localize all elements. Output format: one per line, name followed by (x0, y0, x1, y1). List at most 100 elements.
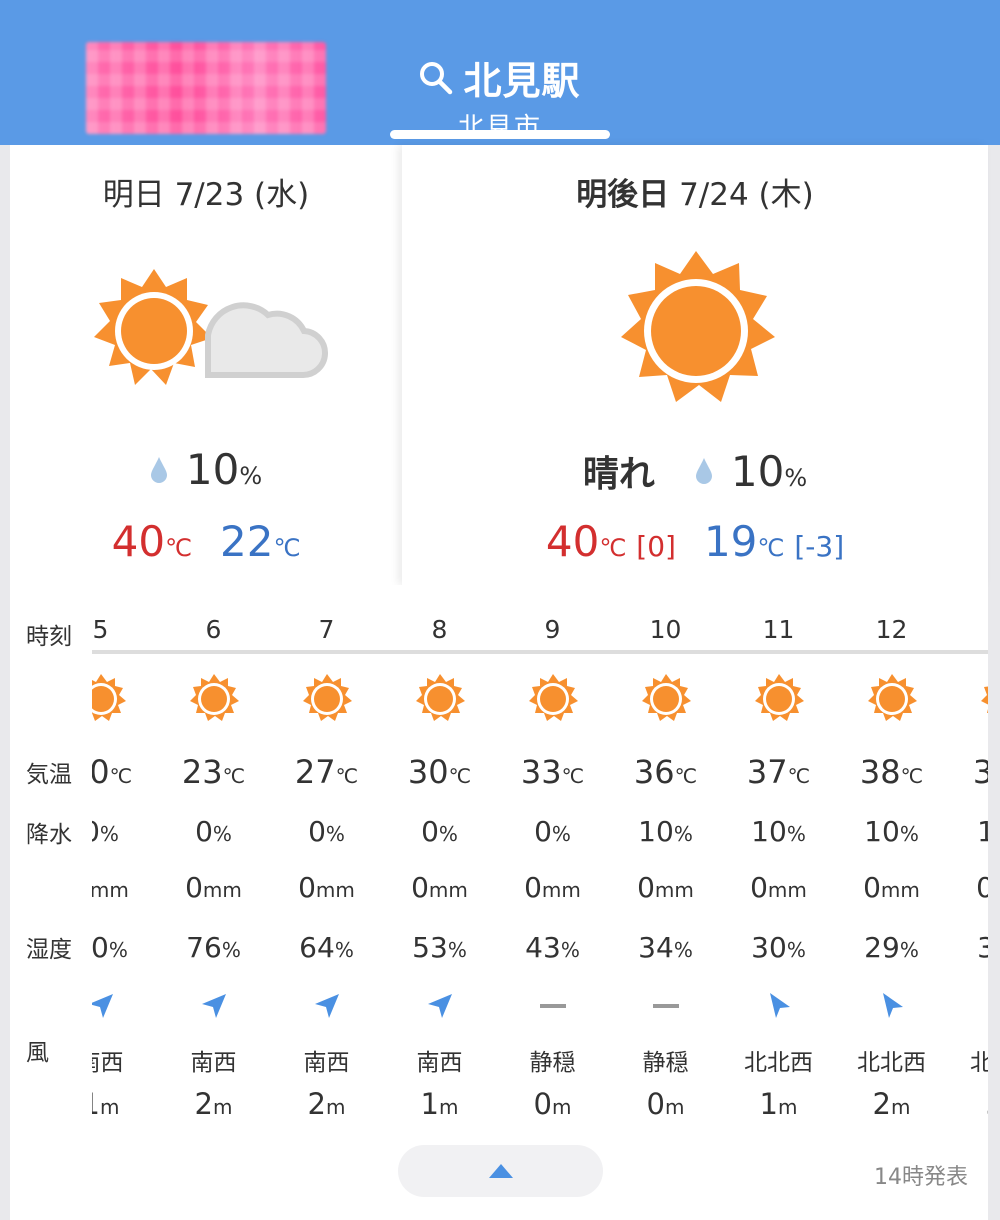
hour-precip-chance: 0% (421, 815, 458, 848)
hour-column: 9 33℃ 0% 0mm 43% 静穏 0m (496, 605, 609, 1125)
hour-temp: 23℃ (181, 753, 246, 791)
wind-direction-arrow-icon (609, 991, 722, 1025)
issued-time: 14時発表 (874, 1165, 968, 1190)
hour-label: 5 (92, 615, 109, 644)
station-name[interactable]: 北見駅 (463, 50, 580, 105)
wind-direction-arrow-icon (496, 991, 609, 1025)
hour-column: 11 37℃ 10% 0mm 30% 北北西 1m (722, 605, 835, 1125)
tomorrow-precip: 10% (185, 445, 263, 494)
hour-humidity: 76% (186, 931, 241, 964)
blurred-logo (86, 42, 326, 134)
app-header: 北見駅 北見市 (0, 0, 1000, 145)
wind-direction-arrow-icon (383, 991, 496, 1025)
row-label-temp: 気温 (26, 762, 72, 788)
wind-speed: 1m (759, 1087, 798, 1121)
hour-precip-amount: 0mm (524, 871, 581, 904)
hour-precip-amount: 0mm (976, 871, 988, 904)
tomorrow-low: 22℃ (220, 517, 301, 566)
hour-precip-amount: 0mm (92, 878, 129, 902)
row-label-wind: 風 (26, 1040, 49, 1066)
hour-precip-chance: 0% (92, 815, 119, 848)
hour-column: 10 36℃ 10% 0mm 34% 静穏 0m (609, 605, 722, 1125)
wind-speed: 2m (872, 1087, 911, 1121)
raindrop-icon (695, 458, 712, 484)
day-after-precip: 10% (730, 446, 808, 496)
wind-speed: 0m (533, 1087, 572, 1121)
hour-precip-chance: 0% (308, 815, 345, 848)
hour-temp: 36℃ (633, 753, 698, 791)
wind-direction-arrow-icon (92, 991, 157, 1025)
raindrop-icon (150, 456, 167, 483)
wind-direction: 北北西 (857, 1050, 926, 1076)
hour-humidity: 43% (525, 931, 580, 964)
hour-strip[interactable]: 520℃0%0mm80%南西1m623℃0%0mm76%南西2m727℃0%0m… (92, 605, 988, 1125)
wind-direction: 南西 (190, 1050, 237, 1076)
hour-humidity: 80% (92, 931, 128, 964)
hour-humidity: 64% (299, 931, 354, 964)
hour-temp: 37℃ (746, 753, 811, 791)
tomorrow-card[interactable]: 明日 7/23 (水) 10% 40℃ 22℃ (10, 145, 402, 585)
hour-label: 12 (875, 615, 908, 644)
wind-direction-arrow-icon (157, 991, 270, 1025)
day-after-high: 40℃ [0] (545, 517, 676, 566)
wind-speed: 2m (307, 1087, 346, 1121)
hour-precip-amount: 0mm (637, 871, 694, 904)
wind-speed: 2m (194, 1087, 233, 1121)
tomorrow-high: 40℃ (111, 517, 192, 566)
hour-label: 8 (431, 615, 448, 644)
hour-label: 10 (649, 615, 682, 644)
hour-column: 6 23℃ 0% 0mm 76% 南西 2m (157, 605, 270, 1125)
wind-direction: 南西 (416, 1050, 463, 1076)
row-label-time: 時刻 (26, 624, 72, 650)
sun-icon (948, 673, 988, 729)
hour-precip-chance: 10% (864, 815, 919, 848)
wind-direction: 静穏 (529, 1050, 576, 1076)
hour-precip-amount: 0mm (298, 871, 355, 904)
hour-precip-chance: 10% (977, 815, 988, 848)
wind-direction: 北北西 (970, 1050, 988, 1076)
wind-speed: 1m (420, 1087, 459, 1121)
wind-speed: 1m (92, 1087, 120, 1121)
wind-speed: 0m (646, 1087, 685, 1121)
hour-column: 7 27℃ 0% 0mm 64% 南西 2m (270, 605, 383, 1125)
hour-label: 6 (205, 615, 222, 644)
sun-icon (270, 673, 383, 729)
row-label-humidity: 湿度 (26, 937, 72, 963)
hour-label: 7 (318, 615, 335, 644)
hour-label: 13 (948, 615, 988, 644)
hour-precip-amount: 0mm (863, 871, 920, 904)
hour-column: 13 39℃ 10% 0mm 30% 北北西 5m (948, 605, 988, 1125)
search-icon[interactable] (419, 61, 453, 95)
hour-temp: 33℃ (520, 753, 585, 791)
hour-humidity: 29% (864, 931, 919, 964)
tab-indicator (390, 130, 610, 139)
wind-direction-arrow-icon (270, 991, 383, 1025)
hour-humidity: 53% (412, 931, 467, 964)
collapse-button[interactable] (398, 1145, 603, 1197)
sun-icon (92, 673, 157, 729)
hour-precip-amount: 0mm (411, 871, 468, 904)
hour-precip-chance: 10% (638, 815, 693, 848)
day-after-card[interactable]: 明後日 7/24 (木) 晴れ 10% 40℃ [0] 19℃ [-3] (402, 145, 988, 585)
sun-icon (383, 673, 496, 729)
hourly-forecast[interactable]: 時刻 気温 降水 湿度 風 520℃0%0mm80%南西1m623℃0%0mm7… (10, 585, 988, 1220)
day-after-low: 19℃ [-3] (703, 517, 845, 566)
hour-precip-chance: 0% (195, 815, 232, 848)
wind-direction-arrow-icon (948, 991, 988, 1025)
hour-column: 5 20℃ 0% 0mm 80% 南西 1m (92, 605, 157, 1125)
hour-humidity: 30% (977, 931, 988, 964)
hour-temp: 39℃ (972, 753, 988, 791)
wind-direction: 北北西 (744, 1050, 813, 1076)
hour-column: 8 30℃ 0% 0mm 53% 南西 1m (383, 605, 496, 1125)
day-after-date: 明後日 7/24 (木) (576, 177, 814, 213)
hour-temp: 20℃ (92, 753, 133, 791)
wind-direction: 静穏 (642, 1050, 689, 1076)
weather-text: 晴れ (582, 454, 655, 495)
sun-icon (609, 673, 722, 729)
sun-icon (157, 673, 270, 729)
sun-icon (496, 673, 609, 729)
tomorrow-date: 明日 7/23 (水) (102, 177, 310, 213)
hour-temp: 27℃ (294, 753, 359, 791)
sun-cloud-icon (94, 269, 328, 385)
wind-direction-arrow-icon (722, 991, 835, 1025)
